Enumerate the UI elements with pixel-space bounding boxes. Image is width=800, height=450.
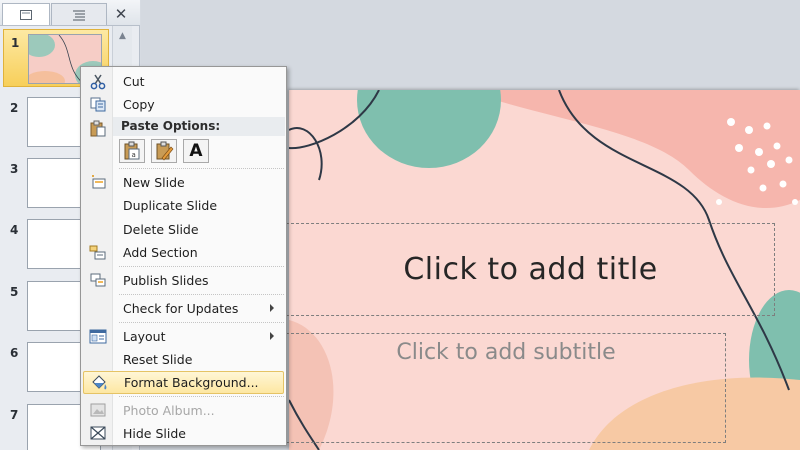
menu-item-label: Layout xyxy=(123,329,166,344)
menu-item-publish-slides[interactable]: Publish Slides xyxy=(83,269,284,292)
pane-tabs: ✕ xyxy=(0,0,140,26)
layout-icon xyxy=(89,329,107,344)
svg-text:a: a xyxy=(132,151,136,159)
menu-item-label: New Slide xyxy=(123,175,185,190)
outline-tab-icon xyxy=(73,10,85,20)
menu-item-duplicate-slide[interactable]: Duplicate Slide xyxy=(83,194,284,217)
menu-item-check-for-updates[interactable]: Check for Updates xyxy=(83,297,284,320)
menu-item-label: Format Background... xyxy=(124,375,259,390)
hide-slide-icon xyxy=(90,426,106,440)
submenu-arrow-icon xyxy=(270,332,274,340)
title-placeholder[interactable]: Click to add title xyxy=(286,223,775,316)
slide-number: 2 xyxy=(10,101,19,115)
menu-item-label: Reset Slide xyxy=(123,352,193,367)
slides-tab-icon xyxy=(20,9,32,20)
slide-number: 3 xyxy=(10,162,19,176)
menu-item-label: Delete Slide xyxy=(123,222,199,237)
menu-separator xyxy=(119,266,284,267)
context-menu: Cut Copy Paste Options: a A New Slide Du… xyxy=(80,66,287,446)
menu-item-label: Hide Slide xyxy=(123,426,186,441)
menu-item-add-section[interactable]: Add Section xyxy=(83,241,284,264)
submenu-arrow-icon xyxy=(270,304,274,312)
copy-icon xyxy=(90,97,106,112)
tab-slides[interactable] xyxy=(2,3,50,25)
menu-item-label: Add Section xyxy=(123,245,198,260)
menu-item-delete-slide[interactable]: Delete Slide xyxy=(83,218,284,241)
menu-item-label: Copy xyxy=(123,97,155,112)
subtitle-placeholder[interactable]: Click to add subtitle xyxy=(286,333,726,443)
slide-number: 6 xyxy=(10,346,19,360)
menu-item-reset-slide[interactable]: Reset Slide xyxy=(83,348,284,371)
menu-item-label: Photo Album... xyxy=(123,403,215,418)
menu-item-format-background[interactable]: Format Background... xyxy=(83,371,284,394)
paste-text-only-icon: A xyxy=(189,141,203,161)
publish-icon xyxy=(90,273,106,287)
paste-keep-text-only-button[interactable]: A xyxy=(183,139,209,163)
paste-destination-theme-icon: a xyxy=(124,141,140,160)
menu-item-copy[interactable]: Copy xyxy=(83,93,284,116)
menu-separator xyxy=(119,322,284,323)
menu-item-label: Check for Updates xyxy=(123,301,239,316)
paste-keep-source-formatting-button[interactable] xyxy=(151,139,177,163)
new-slide-icon xyxy=(92,175,106,189)
paint-bucket-icon xyxy=(92,375,107,390)
menu-separator xyxy=(119,168,284,169)
menu-item-new-slide[interactable]: New Slide xyxy=(83,171,284,194)
slide-number: 7 xyxy=(10,408,19,422)
clipboard-icon xyxy=(90,120,106,137)
menu-item-layout[interactable]: Layout xyxy=(83,325,284,348)
close-icon[interactable]: ✕ xyxy=(110,4,132,24)
section-icon xyxy=(89,245,106,260)
paste-source-formatting-icon xyxy=(156,141,174,161)
scissors-icon xyxy=(90,74,106,90)
tab-outline[interactable] xyxy=(51,3,107,25)
menu-separator xyxy=(119,294,284,295)
menu-separator xyxy=(119,396,284,397)
slide-number: 5 xyxy=(10,285,19,299)
slide-number: 4 xyxy=(10,223,19,237)
menu-item-cut[interactable]: Cut xyxy=(83,70,284,93)
menu-item-label: Publish Slides xyxy=(123,273,209,288)
subtitle-placeholder-text: Click to add subtitle xyxy=(396,340,616,365)
menu-item-hide-slide[interactable]: Hide Slide xyxy=(83,422,284,445)
menu-item-label: Duplicate Slide xyxy=(123,198,218,213)
chevron-up-icon[interactable]: ▲ xyxy=(113,28,132,44)
slide-number: 1 xyxy=(11,36,20,50)
menu-item-label: Cut xyxy=(123,74,145,89)
paste-options-label: Paste Options: xyxy=(121,119,221,133)
paste-options-header: Paste Options: xyxy=(113,117,285,136)
photo-album-icon xyxy=(90,403,106,417)
paste-use-destination-theme-button[interactable]: a xyxy=(119,139,145,163)
title-placeholder-text: Click to add title xyxy=(403,252,658,287)
menu-item-photo-album[interactable]: Photo Album... xyxy=(83,399,284,422)
